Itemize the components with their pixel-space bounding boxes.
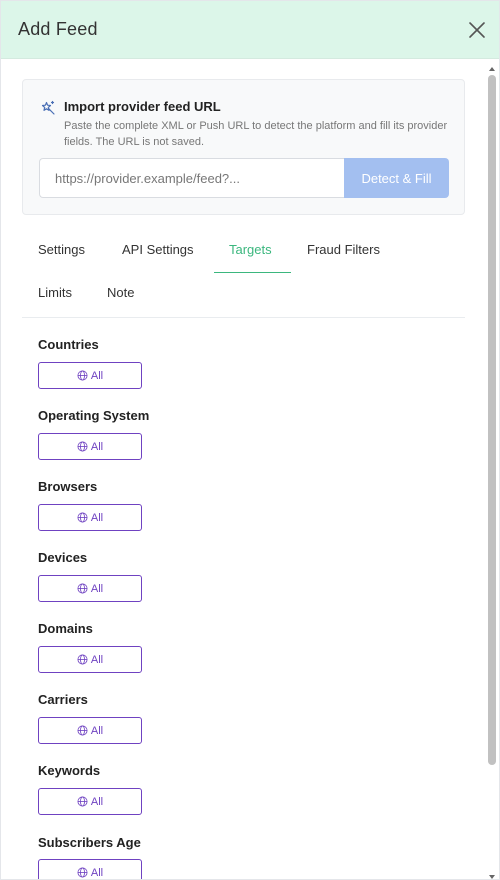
all-label: All	[90, 724, 104, 737]
globe-icon	[77, 654, 88, 665]
globe-icon	[77, 512, 88, 523]
globe-icon	[77, 441, 88, 452]
globe-icon	[77, 583, 88, 594]
all-label: All	[90, 653, 104, 666]
all-label: All	[90, 582, 104, 595]
carriers-label: Carriers	[38, 692, 88, 707]
modal-body: Import provider feed URL Paste the compl…	[1, 59, 499, 879]
countries-all-button[interactable]: All	[38, 362, 142, 389]
globe-icon	[77, 867, 88, 878]
feed-url-input[interactable]	[39, 158, 344, 198]
tab-api-settings[interactable]: API Settings	[122, 242, 194, 257]
browsers-all-button[interactable]: All	[38, 504, 142, 531]
tabs-divider	[22, 317, 465, 318]
scrollbar-thumb[interactable]	[488, 75, 496, 765]
tab-note[interactable]: Note	[107, 285, 134, 300]
operating-system-label: Operating System	[38, 408, 150, 423]
countries-label: Countries	[38, 337, 99, 352]
scroll-down-arrow-icon[interactable]	[488, 869, 496, 879]
active-tab-indicator	[214, 272, 291, 273]
import-description: Paste the complete XML or Push URL to de…	[64, 120, 448, 148]
tab-fraud-filters[interactable]: Fraud Filters	[307, 242, 380, 257]
all-label: All	[90, 511, 104, 524]
subscribers-age-all-button[interactable]: All	[38, 859, 142, 879]
all-label: All	[90, 369, 104, 382]
modal-header: Add Feed	[1, 1, 499, 59]
tab-targets[interactable]: Targets	[229, 242, 272, 257]
detect-fill-button[interactable]: Detect & Fill	[344, 158, 449, 198]
all-label: All	[90, 866, 104, 879]
globe-icon	[77, 796, 88, 807]
import-title: Import provider feed URL	[64, 99, 221, 114]
globe-icon	[77, 725, 88, 736]
import-feed-card: Import provider feed URL Paste the compl…	[22, 79, 465, 215]
domains-all-button[interactable]: All	[38, 646, 142, 673]
tab-limits[interactable]: Limits	[38, 285, 72, 300]
close-icon[interactable]	[465, 18, 489, 42]
carriers-all-button[interactable]: All	[38, 717, 142, 744]
modal-title: Add Feed	[18, 19, 98, 39]
keywords-all-button[interactable]: All	[38, 788, 142, 815]
operating-system-all-button[interactable]: All	[38, 433, 142, 460]
add-feed-modal: Add Feed Import provider feed URL Paste …	[0, 0, 500, 880]
devices-label: Devices	[38, 550, 88, 565]
subscribers-age-label: Subscribers Age	[38, 835, 141, 850]
scroll-up-arrow-icon[interactable]	[488, 61, 496, 71]
all-label: All	[90, 795, 104, 808]
magic-wand-icon	[40, 100, 56, 116]
devices-all-button[interactable]: All	[38, 575, 142, 602]
browsers-label: Browsers	[38, 479, 98, 494]
globe-icon	[77, 370, 88, 381]
tab-settings[interactable]: Settings	[38, 242, 85, 257]
all-label: All	[90, 440, 104, 453]
vertical-scrollbar[interactable]	[488, 61, 496, 879]
keywords-label: Keywords	[38, 763, 101, 778]
domains-label: Domains	[38, 621, 93, 636]
